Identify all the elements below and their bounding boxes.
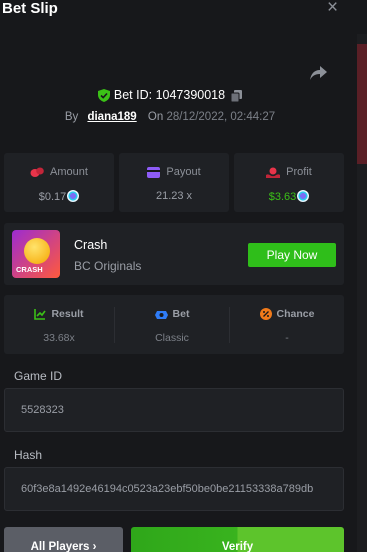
stat-profit-label: Profit — [286, 166, 312, 178]
coin-icon — [67, 190, 80, 202]
bet-id-row: Bet ID: 1047390018 — [0, 88, 340, 103]
all-players-button[interactable]: All Players › — [4, 527, 123, 552]
verify-button[interactable]: Verify — [131, 527, 344, 552]
on-label: On — [147, 111, 164, 123]
game-card: CRASH Crash BC Originals Play Now — [4, 223, 344, 285]
result-card: Result 33.68x Bet Classic Chance - — [4, 295, 344, 354]
shield-icon — [97, 89, 110, 103]
hash-field[interactable]: 60f3e8a1492e46194c0523a23ebf50be0be21153… — [4, 467, 344, 511]
percent-icon — [259, 308, 272, 321]
hash-label: Hash — [14, 448, 43, 462]
stat-profit: Profit $3.63 — [234, 153, 344, 212]
stat-payout-label: Payout — [166, 166, 201, 178]
game-name: Crash — [74, 238, 108, 252]
chart-icon — [34, 309, 47, 321]
game-thumbnail[interactable]: CRASH — [12, 230, 60, 278]
crash-ball-icon — [24, 238, 50, 264]
bet-id: Bet ID: 1047390018 — [113, 88, 226, 102]
bet-type-col: Bet Classic — [115, 295, 229, 354]
stat-profit-value: $3.63 — [268, 191, 297, 203]
bet-type-value: Classic — [155, 332, 189, 344]
share-icon[interactable] — [308, 64, 328, 82]
coin-icon — [297, 190, 310, 202]
close-icon[interactable]: × — [327, 0, 338, 17]
username-link[interactable]: diana189 — [87, 111, 136, 123]
bet-type-label: Bet — [172, 308, 190, 320]
stat-amount-label: Amount — [50, 166, 88, 178]
result-value: 33.68x — [43, 332, 75, 344]
bet-author-row: By diana189 On 28/12/2022, 02:44:27 — [0, 111, 340, 123]
profit-icon — [266, 167, 281, 178]
background-edge — [357, 34, 367, 552]
thumbnail-label: CRASH — [16, 265, 43, 274]
background-edge-accent — [357, 44, 367, 164]
chance-label: Chance — [276, 308, 315, 320]
game-id-field[interactable]: 5528323 — [4, 388, 344, 432]
play-now-button[interactable]: Play Now — [248, 243, 336, 267]
stat-amount-value: $0.17 — [38, 191, 67, 203]
bet-datetime: 28/12/2022, 02:44:27 — [166, 111, 276, 123]
result-col: Result 33.68x — [4, 295, 114, 354]
game-provider: BC Originals — [74, 259, 142, 273]
wallet-icon — [147, 166, 161, 178]
bet-slip-header: Bet Slip × — [0, 0, 367, 34]
bet-icon — [154, 310, 168, 319]
by-label: By — [64, 111, 79, 123]
coins-icon — [30, 167, 44, 177]
game-id-label: Game ID — [14, 369, 63, 383]
page-title: Bet Slip — [2, 0, 58, 17]
copy-icon[interactable] — [231, 89, 243, 102]
chance-col: Chance - — [230, 295, 344, 354]
stat-amount: Amount $0.17 — [4, 153, 114, 212]
stat-payout-value: 21.23 x — [155, 190, 193, 202]
stat-payout: Payout 21.23 x — [119, 153, 229, 212]
result-label: Result — [51, 308, 84, 320]
chance-value: - — [285, 332, 289, 344]
